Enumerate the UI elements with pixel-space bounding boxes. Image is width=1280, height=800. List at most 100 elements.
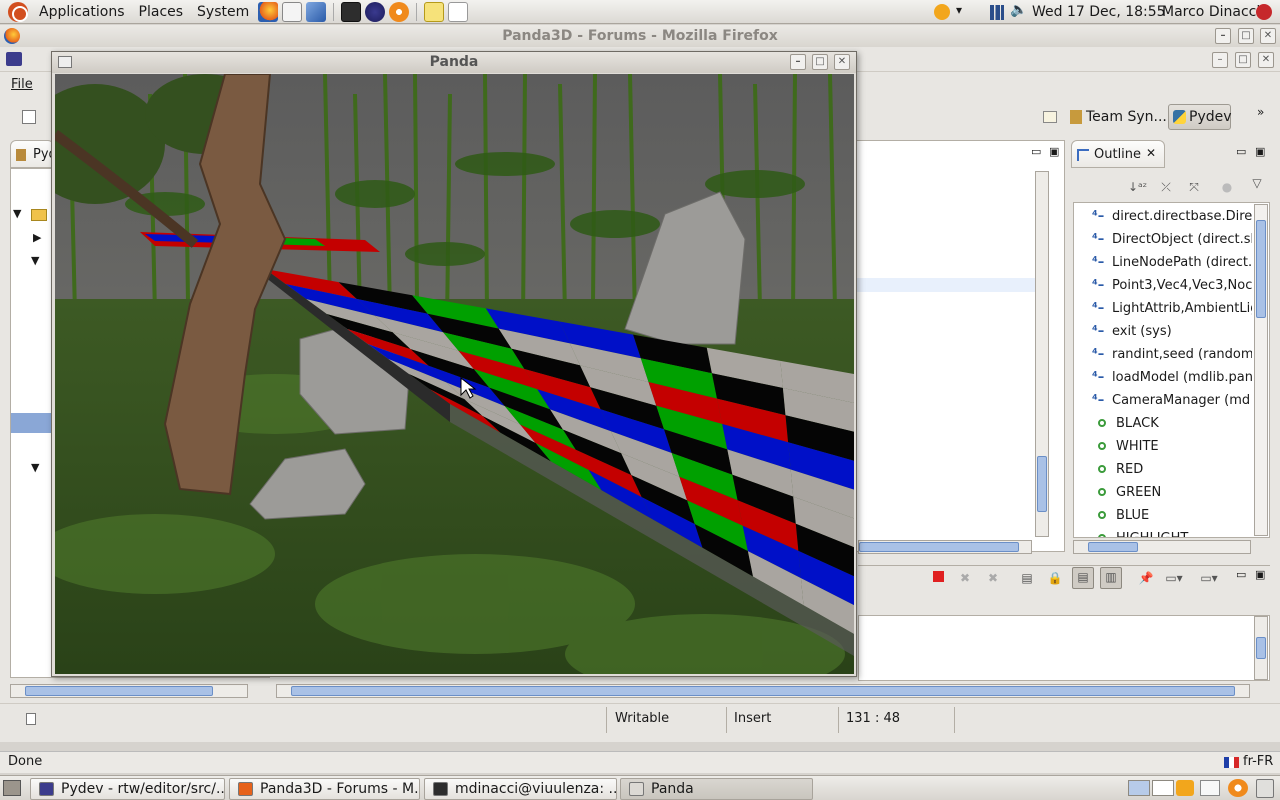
- console-minimize-icon[interactable]: ▭: [1236, 568, 1246, 581]
- panda3d-viewport[interactable]: [55, 74, 854, 674]
- notes-launcher-icon[interactable]: [424, 1, 445, 22]
- eclipse-launcher-icon[interactable]: [365, 1, 386, 22]
- close-button[interactable]: ✕: [1260, 28, 1276, 44]
- panda-close-button[interactable]: ✕: [834, 54, 850, 70]
- scroll-lock-icon[interactable]: 🔒: [1046, 569, 1064, 587]
- volume-icon[interactable]: 🔈: [1010, 2, 1027, 18]
- eclipse-minimize-button[interactable]: –: [1212, 52, 1228, 68]
- outline-import-item[interactable]: ⁴– exit (sys): [1092, 320, 1252, 343]
- display-console-icon[interactable]: ▭▾: [1165, 569, 1183, 587]
- outline-import-item[interactable]: ⁴– Point3,Vec4,Vec3,Noc: [1092, 274, 1252, 297]
- remove-launch-icon[interactable]: ✖: [956, 569, 974, 587]
- update-notifier-icon[interactable]: [934, 4, 950, 20]
- terminate-icon[interactable]: [929, 569, 947, 587]
- show-desktop-icon[interactable]: [3, 780, 21, 796]
- outline-close-icon[interactable]: ✕: [1146, 146, 1156, 160]
- tree-expand-arrow[interactable]: ▼: [13, 207, 21, 220]
- eclipse-close-button[interactable]: ✕: [1258, 52, 1274, 68]
- remove-all-icon[interactable]: ✖: [984, 569, 1002, 587]
- taskbar-button[interactable]: Panda3D - Forums - M...: [229, 778, 420, 800]
- outline-attribute-item[interactable]: RED: [1092, 458, 1252, 481]
- shutdown-icon[interactable]: [1256, 4, 1272, 20]
- outline-attribute-item[interactable]: HIGHLIGHT: [1092, 527, 1252, 537]
- notification-icon[interactable]: [1176, 780, 1194, 796]
- maximize-button[interactable]: □: [1238, 28, 1254, 44]
- outline-import-item[interactable]: ⁴– direct.directbase.Dire: [1092, 205, 1252, 228]
- scrollbar-thumb[interactable]: [859, 542, 1019, 552]
- view-menu-icon[interactable]: ▽: [1248, 174, 1266, 192]
- mail-notify-icon[interactable]: [1200, 780, 1220, 796]
- outline-minimize-icon[interactable]: ▭: [1236, 145, 1246, 158]
- open-console-icon[interactable]: ▭▾: [1200, 569, 1218, 587]
- show-on-stdout-icon[interactable]: ▤: [1072, 567, 1094, 589]
- collapse-all-icon[interactable]: ⤫: [1157, 178, 1175, 196]
- panda-titlebar[interactable]: Panda – □ ✕: [52, 52, 856, 73]
- outline-attribute-item[interactable]: BLACK: [1092, 412, 1252, 435]
- outline-horizontal-scrollbar[interactable]: [1073, 540, 1251, 554]
- locale-indicator[interactable]: fr-FR: [1243, 752, 1273, 772]
- workspace-1[interactable]: [1128, 780, 1150, 796]
- expand-all-icon[interactable]: ⤧: [1185, 178, 1203, 196]
- new-wizard-icon[interactable]: [22, 110, 36, 124]
- outline-attribute-item[interactable]: GREEN: [1092, 481, 1252, 504]
- more-perspectives-icon[interactable]: »: [1257, 105, 1264, 119]
- pydev-explorer-tab[interactable]: Pyd: [10, 140, 57, 168]
- editor-horizontal-scrollbar[interactable]: [858, 540, 1032, 554]
- ubuntu-logo-icon[interactable]: [8, 1, 28, 22]
- bottom-horizontal-scrollbar[interactable]: [276, 684, 1250, 698]
- clear-console-icon[interactable]: ▤: [1018, 569, 1036, 587]
- outline-import-item[interactable]: ⁴– DirectObject (direct.sh: [1092, 228, 1252, 251]
- taskbar-button[interactable]: Panda: [620, 778, 813, 800]
- firefox-launcher-icon[interactable]: [258, 1, 279, 22]
- clock[interactable]: Wed 17 Dec, 18:55: [1032, 0, 1166, 24]
- panda-window[interactable]: Panda – □ ✕: [51, 51, 857, 677]
- places-menu[interactable]: Places: [132, 0, 191, 24]
- outline-import-item[interactable]: ⁴– LineNodePath (direct.: [1092, 251, 1252, 274]
- minimize-button[interactable]: –: [1215, 28, 1231, 44]
- console-output[interactable]: [858, 615, 1270, 681]
- outline-attribute-item[interactable]: WHITE: [1092, 435, 1252, 458]
- outline-vertical-scrollbar[interactable]: [1254, 204, 1268, 536]
- editor-minimize-icon[interactable]: ▭: [1031, 145, 1041, 158]
- outline-import-item[interactable]: ⁴– CameraManager (md: [1092, 389, 1252, 412]
- panda-maximize-button[interactable]: □: [812, 54, 828, 70]
- system-menu[interactable]: System: [190, 0, 256, 24]
- menu-file[interactable]: File: [11, 77, 33, 92]
- window-menu-icon[interactable]: [58, 56, 72, 68]
- outline-attribute-item[interactable]: BLUE: [1092, 504, 1252, 527]
- chevron-down-icon[interactable]: ▾: [956, 3, 962, 17]
- mail-launcher-icon[interactable]: [282, 1, 303, 22]
- scrollbar-thumb[interactable]: [1037, 456, 1047, 512]
- editor-vertical-scrollbar[interactable]: [1035, 171, 1049, 537]
- outline-import-item[interactable]: ⁴– loadModel (mdlib.pan: [1092, 366, 1252, 389]
- network-icon[interactable]: [990, 5, 1004, 20]
- perspective-team-sync[interactable]: Team Syn...: [1068, 104, 1167, 130]
- blender-tray-icon[interactable]: [1228, 779, 1248, 797]
- explorer-horizontal-scrollbar[interactable]: [10, 684, 248, 698]
- scrollbar-thumb[interactable]: [1088, 542, 1138, 552]
- taskbar-button[interactable]: mdinacci@viuulenza: ...: [424, 778, 617, 800]
- taskbar-button[interactable]: Pydev - rtw/editor/src/...: [30, 778, 225, 800]
- sort-az-icon[interactable]: ↓ᵃᶻ: [1128, 178, 1147, 196]
- tree-collapsed-arrow[interactable]: ▶: [33, 231, 41, 244]
- pin-console-icon[interactable]: 📌: [1137, 569, 1155, 587]
- applications-menu[interactable]: Applications: [32, 0, 132, 24]
- outline-tab[interactable]: Outline ✕: [1071, 140, 1165, 168]
- eclipse-maximize-button[interactable]: □: [1235, 52, 1251, 68]
- blender-launcher-icon[interactable]: [389, 1, 410, 22]
- editor-maximize-icon[interactable]: ▣: [1049, 145, 1059, 158]
- tree-expand-arrow[interactable]: ▼: [31, 461, 39, 474]
- scrollbar-thumb[interactable]: [1256, 637, 1266, 659]
- perspective-pydev[interactable]: Pydev: [1168, 104, 1232, 130]
- tree-expand-arrow[interactable]: ▼: [31, 254, 39, 267]
- scrollbar-thumb[interactable]: [25, 686, 213, 696]
- outline-maximize-icon[interactable]: ▣: [1255, 145, 1265, 158]
- console-maximize-icon[interactable]: ▣: [1255, 568, 1265, 581]
- scrollbar-thumb[interactable]: [1256, 220, 1266, 318]
- filter-icon[interactable]: ●: [1218, 178, 1236, 196]
- trash-icon[interactable]: [1256, 779, 1274, 798]
- outline-import-item[interactable]: ⁴– randint,seed (random: [1092, 343, 1252, 366]
- user-menu[interactable]: Marco Dinacci: [1162, 0, 1260, 24]
- terminal-launcher-icon[interactable]: [341, 1, 362, 22]
- console-vertical-scrollbar[interactable]: [1254, 616, 1268, 680]
